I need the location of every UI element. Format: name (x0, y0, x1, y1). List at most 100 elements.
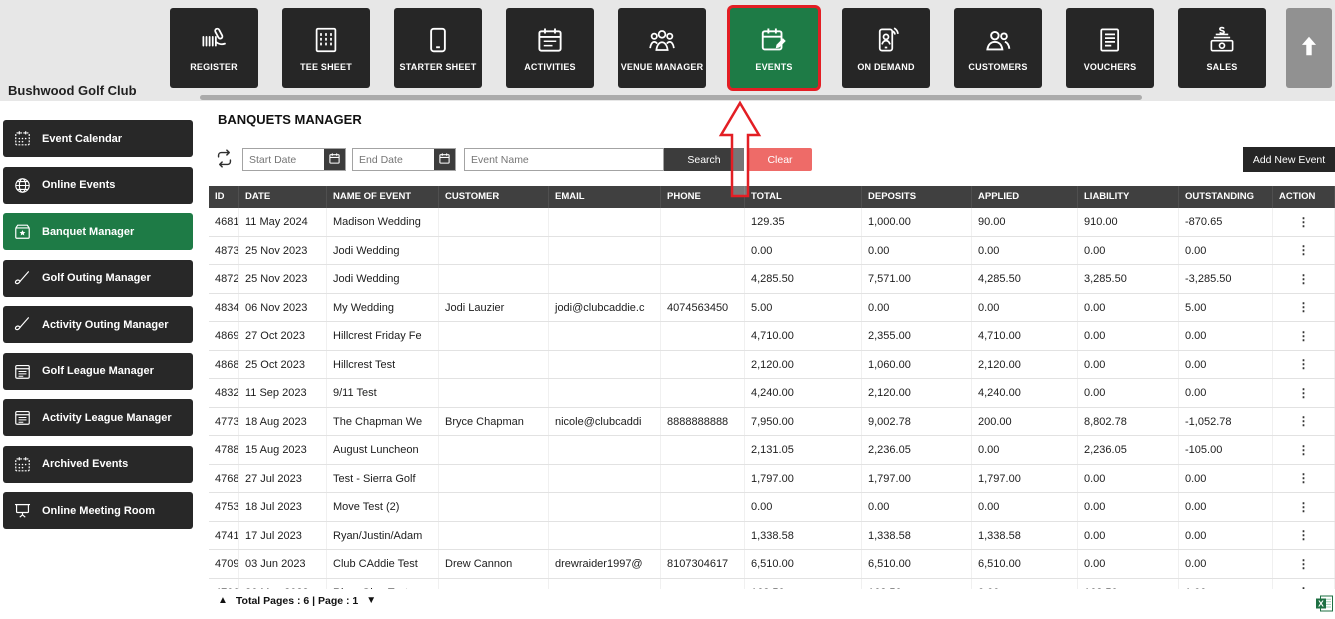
toolbar-item-venue-manager[interactable]: VENUE MANAGER (618, 8, 706, 88)
cell-outstanding: 0.00 (1179, 464, 1273, 492)
row-actions-button[interactable]: ⋮ (1273, 350, 1335, 378)
cell-phone (661, 350, 745, 378)
cell-date: 25 Oct 2023 (239, 350, 327, 378)
column-header-id[interactable]: ID (209, 186, 239, 208)
column-header-name-of-event[interactable]: NAME OF EVENT (327, 186, 439, 208)
row-actions-button[interactable]: ⋮ (1273, 236, 1335, 264)
row-actions-button[interactable]: ⋮ (1273, 550, 1335, 578)
sidebar-item-activity-outing-manager[interactable]: Activity Outing Manager (3, 306, 193, 343)
cell-liability: 162.50 (1078, 578, 1179, 589)
sidebar-item-online-events[interactable]: Online Events (3, 166, 193, 204)
toolbar-scrollbar[interactable] (200, 95, 1142, 100)
row-actions-button[interactable]: ⋮ (1273, 578, 1335, 589)
cell-name: Club CAddie Test (327, 550, 439, 578)
table-row[interactable]: 4868 25 Oct 2023 Hillcrest Test 2,120.00 1,0… (209, 350, 1335, 379)
table-row[interactable]: 470626 May 2023River Glen Test162.50162.… (209, 578, 1335, 589)
toolbar-item-register[interactable]: REGISTER (170, 8, 258, 88)
table-row[interactable]: 4773 18 Aug 2023 The Chapman We Bryce Chapm… (209, 407, 1335, 436)
pagination-text: Total Pages : 6 | Page : 1 (235, 595, 359, 607)
toolbar-scroll-up-button[interactable] (1286, 8, 1332, 88)
table-row[interactable]: 4753 18 Jul 2023 Move Test (2) 0.00 0.00 0.00… (209, 493, 1335, 522)
table-row[interactable]: 4788 15 Aug 2023 August Luncheon 2,131.05 2,… (209, 436, 1335, 465)
toolbar-item-activities[interactable]: ACTIVITIES (506, 8, 594, 88)
toolbar-item-events[interactable]: EVENTS (730, 8, 818, 88)
column-header-email[interactable]: EMAIL (549, 186, 661, 208)
cell-customer (439, 493, 549, 521)
toolbar-item-on-demand[interactable]: ON DEMAND (842, 8, 930, 88)
sidebar-item-banquet-manager[interactable]: Banquet Manager (3, 213, 193, 250)
row-actions-button[interactable]: ⋮ (1273, 521, 1335, 549)
toolbar-item-vouchers[interactable]: VOUCHERS (1066, 8, 1154, 88)
sidebar-item-online-meeting-room[interactable]: Online Meeting Room (3, 492, 193, 529)
column-header-applied[interactable]: APPLIED (972, 186, 1078, 208)
start-date-calendar-button[interactable] (324, 149, 345, 170)
end-date-calendar-button[interactable] (434, 149, 455, 170)
cell-deposits: 2,236.05 (862, 436, 972, 464)
cell-liability: 0.00 (1078, 322, 1179, 350)
cell-email (549, 322, 661, 350)
table-row[interactable]: 4869 27 Oct 2023 Hillcrest Friday Fe 4,710.… (209, 322, 1335, 351)
table-row[interactable]: 4832 11 Sep 2023 9/11 Test 4,240.00 2,120.00… (209, 379, 1335, 408)
toolbar-item-sales[interactable]: SALES (1178, 8, 1266, 88)
row-actions-button[interactable]: ⋮ (1273, 436, 1335, 464)
cell-id: 4788 (209, 436, 239, 464)
cell-email: jodi@clubcaddie.c (549, 293, 661, 321)
column-header-phone[interactable]: PHONE (661, 186, 745, 208)
page-down-button[interactable]: ▼ (366, 596, 376, 606)
sidebar-item-archived-events[interactable]: Archived Events (3, 445, 193, 483)
cell-outstanding: 0.00 (1179, 521, 1273, 549)
table-row[interactable]: 4709 03 Jun 2023 Club CAddie Test Drew Cann… (209, 550, 1335, 579)
row-actions-button[interactable]: ⋮ (1273, 493, 1335, 521)
kebab-menu-icon: ⋮ (1297, 414, 1310, 429)
cell-applied: 90.00 (972, 208, 1078, 236)
toolbar-item-tee-sheet[interactable]: TEE SHEET (282, 8, 370, 88)
row-actions-button[interactable]: ⋮ (1273, 407, 1335, 435)
column-header-date[interactable]: DATE (239, 186, 327, 208)
column-header-total[interactable]: TOTAL (745, 186, 862, 208)
cell-email (549, 379, 661, 407)
end-date-input[interactable] (353, 149, 434, 170)
table-row[interactable]: 4768 27 Jul 2023 Test - Sierra Golf 1,797.0… (209, 464, 1335, 493)
cell-phone (661, 493, 745, 521)
cell-deposits: 162.50 (862, 578, 972, 589)
column-header-deposits[interactable]: DEPOSITS (862, 186, 972, 208)
row-actions-button[interactable]: ⋮ (1273, 293, 1335, 321)
column-header-action[interactable]: ACTION (1273, 186, 1335, 208)
phone-person-icon (871, 25, 901, 55)
row-actions-button[interactable]: ⋮ (1273, 322, 1335, 350)
row-actions-button[interactable]: ⋮ (1273, 379, 1335, 407)
sidebar-item-event-calendar[interactable]: Event Calendar (3, 120, 193, 157)
sidebar-item-golf-outing-manager[interactable]: Golf Outing Manager (3, 259, 193, 297)
table-row[interactable]: 4873 25 Nov 2023 Jodi Wedding 0.00 0.00 0.00 0… (209, 236, 1335, 265)
start-date-input[interactable] (243, 149, 324, 170)
row-actions-button[interactable]: ⋮ (1273, 464, 1335, 492)
clear-button[interactable]: Clear (748, 148, 812, 171)
row-actions-button[interactable]: ⋮ (1273, 208, 1335, 236)
table-row[interactable]: 4741 17 Jul 2023 Ryan/Justin/Adam 1,338.58 1… (209, 521, 1335, 550)
column-header-customer[interactable]: CUSTOMER (439, 186, 549, 208)
toolbar: REGISTER TEE SHEET STARTER SHEET ACTIVITIES… (170, 8, 1290, 88)
column-header-liability[interactable]: LIABILITY (1078, 186, 1179, 208)
sidebar-item-activity-league-manager[interactable]: Activity League Manager (3, 399, 193, 436)
sidebar-item-golf-league-manager[interactable]: Golf League Manager (3, 352, 193, 390)
table-row[interactable]: 4872 25 Nov 2023 Jodi Wedding 4,285.50 7,571… (209, 265, 1335, 294)
cell-deposits: 7,571.00 (862, 265, 972, 293)
column-header-outstanding[interactable]: OUTSTANDING (1179, 186, 1273, 208)
cell-id: 4834 (209, 293, 239, 321)
kebab-menu-icon: ⋮ (1297, 300, 1310, 315)
add-new-event-button[interactable]: Add New Event (1243, 147, 1335, 172)
table-row[interactable]: 4834 06 Nov 2023 My Wedding Jodi Lauzier jod… (209, 293, 1335, 322)
cell-email (549, 436, 661, 464)
toolbar-item-starter-sheet[interactable]: STARTER SHEET (394, 8, 482, 88)
table-header: ID DATE NAME OF EVENT CUSTOMER EMAIL PHONE TOT… (209, 186, 1335, 208)
event-name-input[interactable] (464, 148, 664, 171)
refresh-button[interactable] (212, 148, 236, 172)
export-excel-button[interactable]: X (1316, 594, 1334, 612)
cell-deposits: 9,002.78 (862, 407, 972, 435)
cell-applied: 200.00 (972, 407, 1078, 435)
toolbar-item-customers[interactable]: CUSTOMERS (954, 8, 1042, 88)
table-row[interactable]: 4681 11 May 2024 Madison Wedding 129.35 1,00… (209, 208, 1335, 237)
page-up-button[interactable]: ▲ (218, 596, 228, 606)
row-actions-button[interactable]: ⋮ (1273, 265, 1335, 293)
search-button[interactable]: Search (664, 148, 744, 171)
